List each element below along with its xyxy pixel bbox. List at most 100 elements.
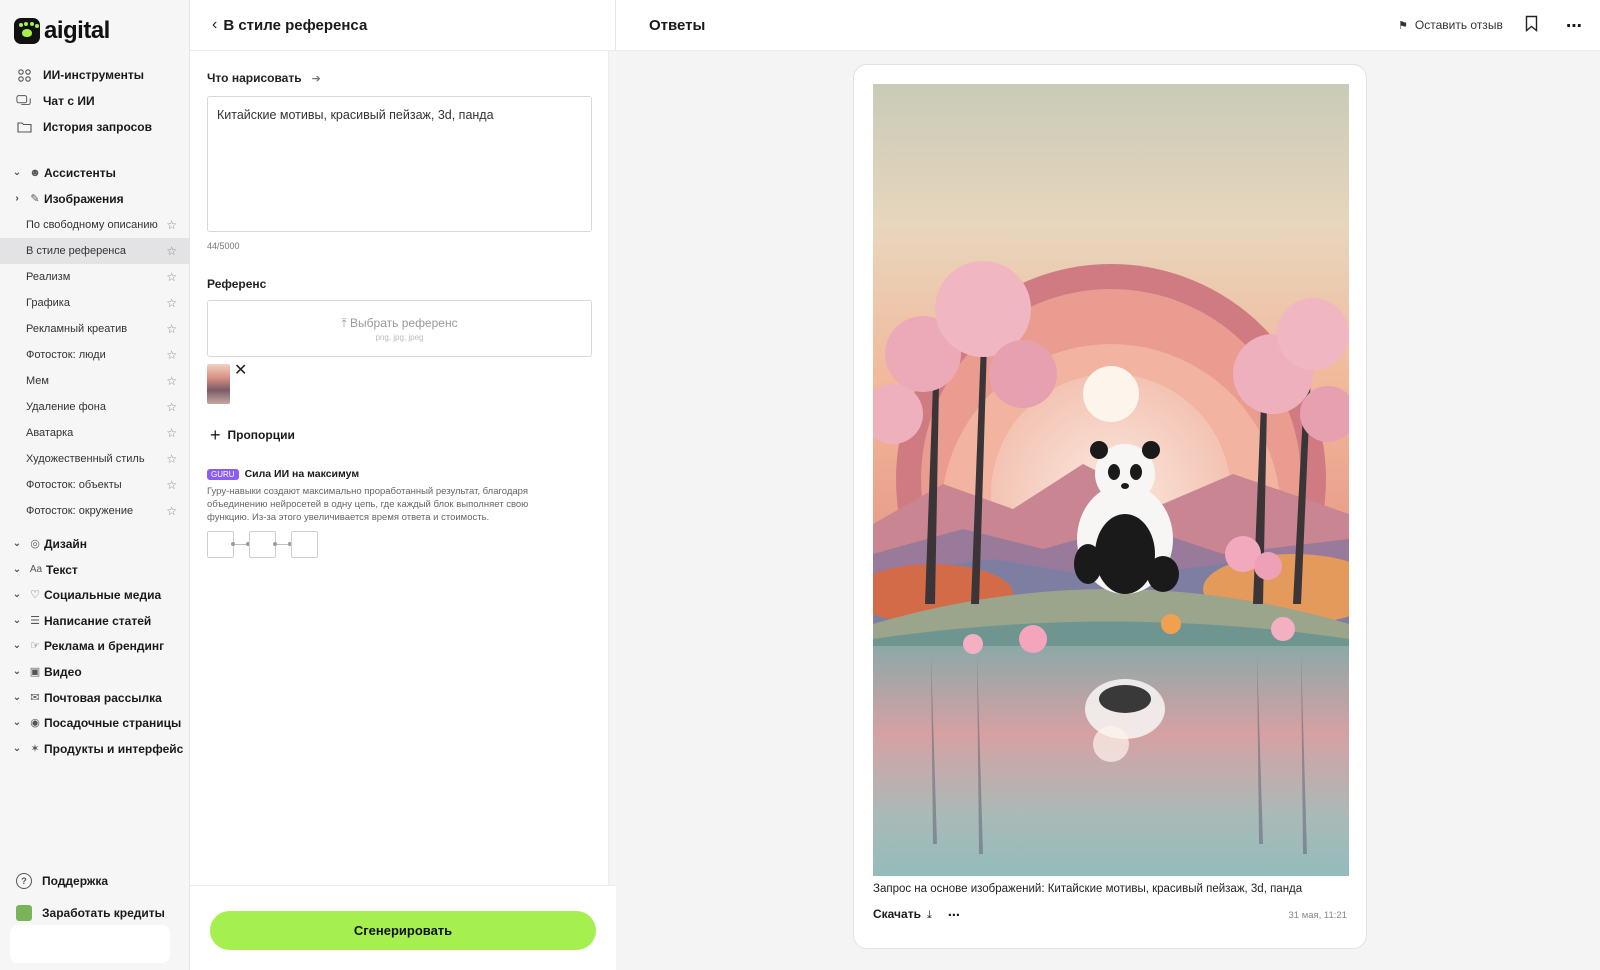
chevron-down-icon: ⌄: [12, 743, 22, 754]
nav-label: ИИ-инструменты: [43, 68, 145, 82]
sidebar-item-stock-objects[interactable]: Фотосток: объекты ☆: [0, 472, 190, 498]
more-icon[interactable]: ⋯: [948, 908, 961, 922]
star-icon[interactable]: ☆: [166, 244, 177, 258]
star-icon[interactable]: ☆: [166, 478, 177, 492]
prompt-input[interactable]: Китайские мотивы, красивый пейзаж, 3d, п…: [207, 96, 592, 232]
panel-footer: Сгенерировать: [190, 885, 616, 970]
chevron-down-icon: ⌄: [12, 167, 22, 178]
section-social[interactable]: ⌄ ♡ Социальные медиа: [0, 582, 190, 607]
download-button[interactable]: Скачать ⤓: [873, 907, 932, 922]
pin-icon[interactable]: ➔: [312, 72, 321, 85]
nav-ai-tools[interactable]: ИИ-инструменты: [0, 62, 190, 88]
proportions-button[interactable]: + Пропорции: [210, 426, 295, 444]
result-caption: Запрос на основе изображений: Китайские …: [873, 883, 1303, 895]
item-label: В стиле референса: [26, 245, 126, 257]
star-icon[interactable]: ☆: [166, 322, 177, 336]
back-chevron-icon[interactable]: ‹: [212, 16, 217, 34]
star-icon[interactable]: ☆: [166, 270, 177, 284]
chain-block: [249, 531, 276, 558]
results-title: Ответы: [649, 17, 706, 34]
section-label: Дизайн: [44, 536, 88, 551]
flag-icon: ⚑: [1398, 19, 1408, 32]
star-icon[interactable]: ☆: [166, 218, 177, 232]
section-label: Продукты и интерфейс: [44, 741, 184, 756]
section-label: Написание статей: [44, 613, 152, 628]
sidebar-item-avatar[interactable]: Аватарка ☆: [0, 420, 190, 446]
folder-icon: [16, 120, 32, 134]
panel-title: В стиле референса: [223, 16, 368, 34]
upload-formats: png, jpg, jpeg: [375, 332, 424, 342]
nav-label: Поддержка: [42, 874, 109, 888]
help-icon: ?: [16, 873, 32, 889]
section-products[interactable]: ⌄ ✶ Продукты и интерфейс: [0, 736, 190, 761]
text-icon: Aa: [29, 564, 43, 575]
star-icon[interactable]: ☆: [166, 452, 177, 466]
result-timestamp: 31 мая, 11:21: [1288, 910, 1347, 921]
sidebar-item-reference-style[interactable]: В стиле референса ☆: [0, 238, 190, 264]
chevron-right-icon: ›: [15, 193, 19, 204]
logo[interactable]: aigital: [14, 17, 110, 45]
star-icon[interactable]: ☆: [166, 426, 177, 440]
section-landing[interactable]: ⌄ ◉ Посадочные страницы: [0, 710, 190, 735]
sidebar-item-ad-creative[interactable]: Рекламный креатив ☆: [0, 316, 190, 342]
user-card[interactable]: [10, 925, 170, 963]
item-label: Удаление фона: [26, 401, 106, 413]
chevron-down-icon: ⌄: [12, 640, 22, 651]
item-label: Аватарка: [26, 427, 74, 439]
generate-button[interactable]: Сгенерировать: [210, 911, 596, 950]
section-images[interactable]: › ✎ Изображения: [0, 186, 190, 211]
chat-icon: [16, 94, 32, 108]
bookmark-icon[interactable]: [1525, 15, 1538, 37]
lines-icon: ☰: [30, 615, 40, 627]
nav-ai-chat[interactable]: Чат с ИИ: [0, 88, 190, 114]
guru-toggle[interactable]: GURU Сила ИИ на максимум: [207, 468, 359, 480]
star-icon[interactable]: ☆: [166, 400, 177, 414]
reference-thumbnail[interactable]: [207, 364, 230, 404]
result-actions: Скачать ⤓ ⋯: [873, 907, 961, 922]
guru-description: Гуру-навыки создают максимально проработ…: [207, 486, 529, 523]
section-assistants[interactable]: ⌄ ☻ Ассистенты: [0, 160, 190, 185]
reference-label: Референс: [207, 277, 267, 291]
guru-title: Сила ИИ на максимум: [244, 468, 360, 480]
nav-label: Заработать кредиты: [42, 906, 165, 920]
reference-upload[interactable]: ⤒ Выбрать референс png, jpg, jpeg: [207, 300, 592, 357]
nav-history[interactable]: История запросов: [0, 114, 190, 140]
sidebar-item-stock-surroundings[interactable]: Фотосток: окружение ☆: [0, 498, 190, 524]
sidebar-item-bg-removal[interactable]: Удаление фона ☆: [0, 394, 190, 420]
star-icon[interactable]: ☆: [166, 296, 177, 310]
sidebar-item-graphics[interactable]: Графика ☆: [0, 290, 190, 316]
item-label: Мем: [26, 375, 49, 387]
chevron-down-icon: ⌄: [12, 666, 22, 677]
chevron-down-icon: ⌄: [12, 717, 22, 728]
section-design[interactable]: ⌄ ◎ Дизайн: [0, 531, 190, 556]
nav-earn-credits[interactable]: Заработать кредиты: [16, 905, 165, 921]
sidebar-item-stock-people[interactable]: Фотосток: люди ☆: [0, 342, 190, 368]
chain-block: [207, 531, 234, 558]
plus-icon: +: [210, 425, 221, 445]
section-label: Изображения: [44, 191, 124, 206]
scrollbar[interactable]: [608, 51, 616, 885]
generated-image[interactable]: [873, 84, 1349, 876]
section-mail[interactable]: ⌄ ✉ Почтовая рассылка: [0, 685, 190, 710]
sidebar-item-art-style[interactable]: Художественный стиль ☆: [0, 446, 190, 472]
section-video[interactable]: ⌄ ▣ Видео: [0, 659, 190, 684]
close-icon[interactable]: ✕: [234, 363, 247, 379]
guru-badge: GURU: [207, 468, 239, 480]
section-text[interactable]: ⌄ Aa Текст: [0, 557, 190, 582]
megaphone-icon: ☞: [30, 640, 40, 652]
download-label: Скачать: [873, 907, 921, 921]
nav-label: Чат с ИИ: [43, 94, 95, 108]
chain-block: [291, 531, 318, 558]
feedback-button[interactable]: ⚑ Оставить отзыв: [1398, 18, 1503, 32]
more-icon[interactable]: ⋯: [1566, 16, 1583, 36]
section-articles[interactable]: ⌄ ☰ Написание статей: [0, 608, 190, 633]
star-icon[interactable]: ☆: [166, 348, 177, 362]
sidebar-item-realism[interactable]: Реализм ☆: [0, 264, 190, 290]
sidebar-item-meme[interactable]: Мем ☆: [0, 368, 190, 394]
sidebar-item-free-description[interactable]: По свободному описанию ☆: [0, 212, 190, 238]
upload-icon: ⤒: [341, 315, 351, 330]
nav-support[interactable]: ? Поддержка: [16, 873, 108, 889]
star-icon[interactable]: ☆: [166, 374, 177, 388]
star-icon[interactable]: ☆: [166, 504, 177, 518]
section-ads[interactable]: ⌄ ☞ Реклама и брендинг: [0, 633, 190, 658]
